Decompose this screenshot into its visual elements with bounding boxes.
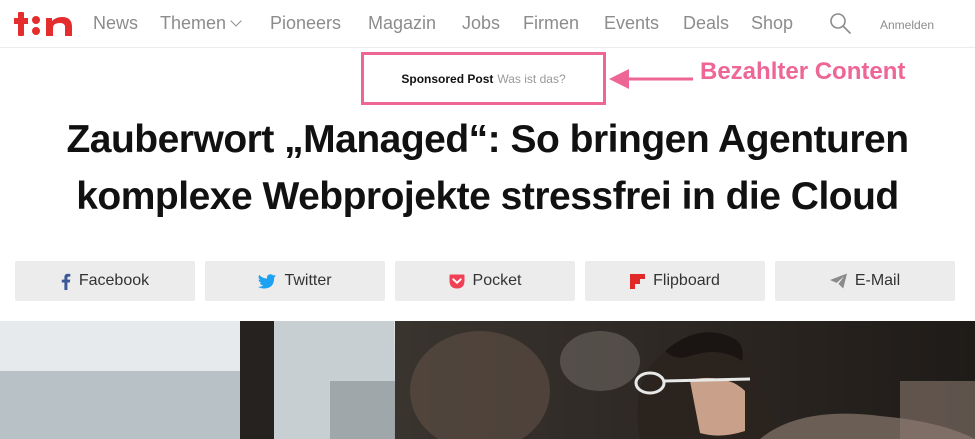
article-title-line-1: Zauberwort „Managed“: So bringen Agentur… — [66, 118, 909, 161]
paper-plane-icon — [829, 273, 847, 289]
share-email-label: E-Mail — [854, 272, 901, 289]
sponsored-highlight-box: Sponsored Post Was ist das? — [361, 52, 606, 105]
share-twitter-button[interactable]: Twitter — [205, 261, 385, 301]
nav-item-jobs[interactable]: Jobs — [462, 11, 500, 35]
nav-item-pioneers[interactable]: Pioneers — [270, 11, 341, 35]
share-pocket-label: Pocket — [472, 272, 522, 289]
chevron-down-icon — [230, 15, 242, 27]
nav-item-firmen[interactable]: Firmen — [523, 11, 579, 35]
share-email-button[interactable]: E-Mail — [775, 261, 955, 301]
share-facebook-label: Facebook — [78, 272, 150, 289]
flipboard-icon — [630, 273, 646, 289]
nav-item-magazin[interactable]: Magazin — [368, 11, 436, 35]
share-flipboard-label: Flipboard — [653, 272, 720, 289]
what-is-this-link[interactable]: Was ist das? — [497, 72, 565, 86]
nav-item-themen[interactable]: Themen — [160, 11, 242, 35]
nav-item-themen-label: Themen — [160, 13, 227, 33]
facebook-icon — [61, 273, 71, 290]
sponsored-post-label: Sponsored Post Was ist das? — [364, 72, 603, 86]
top-navigation: News Themen Pioneers Magazin Jobs Firmen… — [0, 0, 975, 48]
nav-item-shop[interactable]: Shop — [751, 11, 793, 35]
share-pocket-button[interactable]: Pocket — [395, 261, 575, 301]
share-twitter-label: Twitter — [284, 272, 332, 289]
nav-item-deals[interactable]: Deals — [683, 11, 729, 35]
t3n-logo[interactable] — [14, 6, 76, 40]
paid-content-annotation: Bezahlter Content — [700, 58, 906, 85]
pocket-icon — [449, 274, 465, 288]
article-title-line-2: komplexe Webprojekte stressfrei in die C… — [76, 175, 899, 218]
arrow-left-icon — [609, 69, 693, 89]
share-flipboard-button[interactable]: Flipboard — [585, 261, 765, 301]
sponsored-label: Sponsored Post — [401, 72, 494, 86]
twitter-icon — [258, 273, 277, 288]
share-facebook-button[interactable]: Facebook — [15, 261, 195, 301]
nav-item-events[interactable]: Events — [604, 11, 659, 35]
article-title: Zauberwort „Managed“: So bringen Agentur… — [0, 111, 975, 225]
search-icon[interactable] — [828, 11, 852, 35]
hero-photo — [0, 321, 975, 439]
login-link[interactable]: Anmelden — [880, 18, 934, 32]
nav-item-news[interactable]: News — [93, 11, 138, 35]
article-hero-image — [0, 321, 975, 439]
